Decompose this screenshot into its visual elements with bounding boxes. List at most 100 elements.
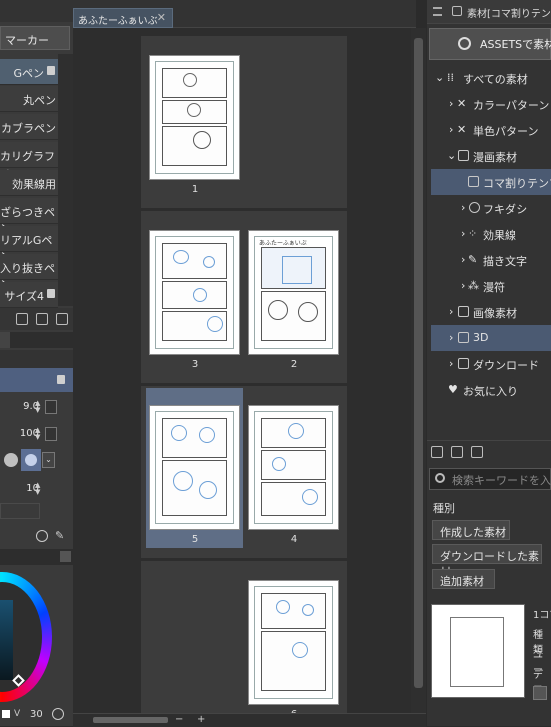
chevron-right-icon[interactable]: › [449, 331, 453, 344]
tool-property-tab[interactable] [0, 332, 10, 348]
zoom-slider[interactable] [93, 717, 168, 723]
tag-downloaded-button[interactable]: ダウンロードした素材 [432, 544, 542, 579]
property-slider-strip[interactable] [0, 503, 40, 519]
subtool-iri-nuki-pen[interactable]: 入り抜きペン [0, 254, 58, 291]
chevron-right-icon[interactable]: › [461, 201, 465, 214]
tree-item-mono-pattern[interactable]: › ✕ 単色パターン [427, 117, 551, 143]
chevron-down-icon[interactable]: ⌄ [42, 452, 55, 468]
subtool-effect-line[interactable]: 効果線用 [0, 170, 58, 196]
tree-item-effect-line[interactable]: › ⁘ 効果線 [427, 221, 551, 247]
settings-dial-icon[interactable] [36, 530, 48, 542]
color-swatch-icon[interactable] [2, 710, 10, 718]
tree-item-color-pattern[interactable]: › ✕ カラーパターン [427, 91, 551, 117]
opacity-dynamics-button[interactable] [45, 427, 57, 441]
brush-size-dynamics-button[interactable] [45, 400, 57, 414]
menu-icon[interactable] [433, 7, 442, 16]
tab-bar [173, 8, 416, 28]
tag-label: 作成した素材 [440, 526, 506, 539]
page-spread-4: 6 [141, 561, 347, 713]
chevron-right-icon[interactable]: › [449, 305, 453, 318]
page-thumbnail-2[interactable]: あふたーふぁいぶ [248, 230, 339, 355]
subtool-g-pen[interactable]: Gペン [0, 59, 58, 85]
subtool-scrollbar[interactable] [58, 54, 73, 306]
chevron-right-icon[interactable]: › [461, 227, 465, 240]
color-value[interactable]: 30 [30, 709, 43, 720]
tree-item-drawn-text[interactable]: › ✎ 描き文字 [427, 247, 551, 273]
chevron-down-icon[interactable]: ⌄ [447, 149, 456, 162]
document-tab-title: あふたーふぁいぶ [78, 16, 158, 27]
wrench-icon[interactable]: ✎ [55, 529, 68, 542]
material-icon [452, 6, 462, 16]
page-thumbnail-1[interactable] [149, 55, 240, 180]
subtool-maru-pen[interactable]: 丸ペン [0, 86, 58, 112]
page-thumbnail-6[interactable] [248, 580, 339, 705]
color-panel-tabbar [0, 549, 73, 565]
chevron-right-icon[interactable]: › [449, 357, 453, 370]
grid-icon: ⁞⁞ [447, 71, 454, 84]
copy-subtool-icon[interactable] [16, 313, 28, 325]
subtool-label: カブラペン [1, 122, 56, 135]
tool-panel: マーカー Gペン 丸ペン カブラペン カリグラフィ 効果線用 ざらつきペン リア… [0, 0, 73, 726]
subtool-size4[interactable]: サイズ4 [0, 282, 58, 308]
document-tab[interactable]: あふたーふぁいぶ ✕ [73, 8, 173, 28]
subtool-calligraphy[interactable]: カリグラフィ [0, 142, 58, 179]
page-thumbnail-5[interactable] [149, 405, 240, 530]
property-selected-row[interactable] [0, 368, 73, 392]
page-thumbnail-3[interactable] [149, 230, 240, 355]
subtool-kabura-pen[interactable]: カブラペン [0, 114, 58, 140]
tree-item-label: 単色パターン [473, 125, 539, 138]
preview-checkbox[interactable] [533, 686, 547, 700]
chevron-right-icon[interactable]: › [449, 97, 453, 110]
assets-button-label: ASSETSで素材 [480, 38, 551, 51]
tree-item-frame-template[interactable]: コマ割りテンプレ [431, 169, 551, 195]
color-square[interactable] [0, 600, 13, 680]
tree-item-image[interactable]: › 画像素材 [427, 299, 551, 325]
brush-size-stepper[interactable]: ▲ ▼ [35, 400, 43, 414]
tree-item-3d[interactable]: › 3D [431, 325, 551, 351]
stabilization-stepper[interactable]: ▲ ▼ [35, 482, 43, 496]
chevron-right-icon[interactable]: › [461, 279, 465, 292]
trash-icon[interactable] [56, 313, 68, 325]
main-color-chip[interactable] [4, 453, 18, 467]
assets-button[interactable]: ASSETSで素材 [429, 28, 551, 60]
chevron-down-icon[interactable] [60, 551, 71, 562]
tree-item-download[interactable]: › ダウンロード [427, 351, 551, 377]
subtool-group-tab[interactable]: マーカー [0, 26, 70, 50]
new-subtool-icon[interactable] [36, 313, 48, 325]
sub-color-chip[interactable] [21, 449, 41, 471]
tree-item-manga[interactable]: ⌄ 漫画素材 [427, 143, 551, 169]
play-icon[interactable] [52, 708, 64, 720]
tag-created-button[interactable]: 作成した素材 [432, 520, 510, 540]
tree-item-favorites[interactable]: ♥ お気に入り [427, 377, 551, 403]
edit-folder-icon[interactable] [471, 446, 483, 458]
zoom-out-button[interactable]: − [175, 714, 183, 725]
lock-icon [47, 66, 55, 75]
zoom-in-button[interactable]: + [197, 714, 205, 725]
tree-item-balloon[interactable]: › フキダシ [427, 195, 551, 221]
subtool-rough-pen[interactable]: ざらつきペン [0, 198, 58, 235]
stabilization-row: 10 ▲ ▼ [0, 479, 73, 501]
close-icon[interactable]: ✕ [157, 11, 166, 24]
tree-item-label: すべての素材 [463, 73, 528, 86]
chevron-right-icon[interactable]: › [461, 253, 465, 266]
tag-added-button[interactable]: 追加素材 [432, 569, 495, 589]
frame-template-icon [468, 176, 479, 187]
page-thumbnail-4[interactable] [248, 405, 339, 530]
chevron-right-icon[interactable]: › [449, 123, 453, 136]
copy-folder-icon[interactable] [451, 446, 463, 458]
material-panel: 素材[コマ割りテンプレ ASSETSで素材 ⌄ ⁞⁞ すべての素材 › ✕ カラ… [427, 0, 551, 726]
tree-item-manpu[interactable]: › ⁂ 漫符 [427, 273, 551, 299]
canvas-scrollbar-thumb[interactable] [414, 38, 423, 688]
page-manager-canvas[interactable]: 1 3 あふたーふぁいぶ 2 5 4 [73, 28, 411, 713]
opacity-stepper[interactable]: ▲ ▼ [35, 427, 43, 441]
new-folder-icon[interactable] [431, 446, 443, 458]
page-sketch-title: あふたーふぁいぶ [259, 240, 307, 247]
pattern-icon: ✕ [457, 123, 467, 136]
subtool-real-g-pen[interactable]: リアルGペン [0, 226, 58, 263]
chevron-down-icon[interactable]: ⌄ [435, 71, 444, 84]
search-field[interactable]: 検索キーワードを入力 [429, 468, 551, 490]
tree-item-label: フキダシ [483, 203, 528, 216]
tree-item-label: 3D [473, 331, 489, 344]
material-preview[interactable] [431, 604, 525, 698]
tree-item-all[interactable]: ⌄ ⁞⁞ すべての素材 [427, 65, 551, 91]
